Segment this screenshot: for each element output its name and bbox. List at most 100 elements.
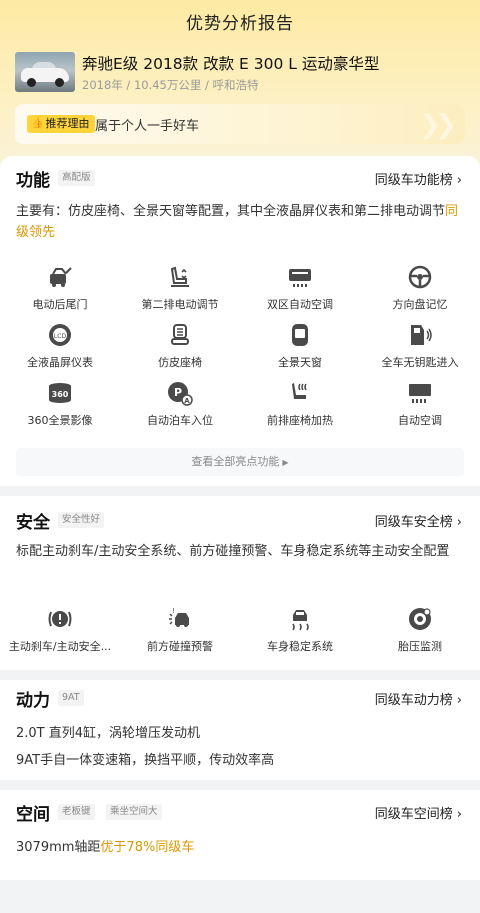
function-description: 主要有：仿皮座椅、全景天窗等配置，其中全液晶屏仪表和第二排电动调节同级领先 [16, 201, 466, 243]
recommend-reason-tag: 👍 推荐理由 [27, 115, 96, 133]
safety-feature-label: 主动刹车/主动安全... [8, 640, 112, 653]
function-feature-item[interactable]: 第二排电动调节 [120, 264, 240, 322]
svg-text:360: 360 [52, 390, 69, 399]
recommend-reason-text: 属于个人一手好车 [95, 119, 200, 134]
function-feature-label: 双区自动空调 [267, 298, 333, 311]
function-title: 功能 [16, 171, 50, 191]
function-feature-label: 自动泊车入位 [147, 414, 213, 427]
space-section: 空间 老板键 乘坐空间大 同级车空间榜 › 3079mm轴距优于78%同级车 [0, 790, 480, 880]
safety-feature-label: 胎压监测 [398, 640, 442, 653]
seat-heating-icon [292, 383, 307, 399]
car-meta: 2018年 / 10.45万公里 / 呼和浩特 [82, 78, 259, 92]
camera-360-icon: 360 [49, 383, 71, 403]
safety-rank-link[interactable]: 同级车安全榜 › [375, 511, 462, 530]
function-badge: 高配版 [58, 170, 95, 186]
safety-badge: 安全性好 [58, 512, 105, 528]
recommend-reason-label: 推荐理由 [45, 117, 90, 130]
function-feature-item[interactable]: 自动空调 [360, 380, 480, 438]
view-all-features-label: 查看全部亮点功能 [191, 455, 280, 468]
function-feature-label: 第二排电动调节 [141, 298, 219, 311]
chevron-right-icon: › [456, 807, 462, 822]
svg-text:!: ! [172, 607, 175, 615]
safety-rank-label: 同级车安全榜 [374, 515, 453, 530]
space-wheelbase-highlight: 优于78%同级车 [100, 840, 195, 855]
function-feature-label: 全景天窗 [278, 356, 322, 369]
recommend-reason-bar: 👍 推荐理由 属于个人一手好车 ❯❯ [15, 104, 465, 144]
function-feature-item[interactable]: 360 360全景影像 [0, 380, 120, 438]
space-rank-label: 同级车空间榜 [374, 807, 453, 822]
power-badge: 9AT [58, 690, 84, 706]
dual-zone-ac-icon [289, 269, 311, 287]
safety-description: 标配主动刹车/主动安全系统、前方碰撞预警、车身稳定系统等主动安全配置 [16, 544, 450, 559]
function-feature-item[interactable]: 方向盘记忆 [360, 264, 480, 322]
space-rank-link[interactable]: 同级车空间榜 › [375, 803, 462, 822]
function-feature-item[interactable]: 电动后尾门 [0, 264, 120, 322]
space-badge-room: 乘坐空间大 [106, 804, 162, 820]
chevron-right-icon: › [456, 173, 462, 188]
power-engine-line: 2.0T 直列4缸，涡轮增压发动机 [16, 726, 201, 741]
car-name: 奔驰E级 2018款 改款 E 300 L 运动豪华型 [82, 55, 380, 73]
stability-control-icon [292, 610, 309, 631]
function-feature-label: 全车无钥匙进入 [381, 356, 459, 369]
safety-feature-item[interactable]: ! 前方碰撞预警 [120, 606, 240, 664]
function-feature-item[interactable]: P A 自动泊车入位 [120, 380, 240, 438]
space-wheelbase-main: 3079mm轴距 [16, 840, 101, 855]
safety-feature-item[interactable]: 车身稳定系统 [240, 606, 360, 664]
chevron-right-icon: › [456, 515, 462, 530]
power-seat-adjust-icon [170, 266, 189, 287]
safety-section: 安全 安全性好 同级车安全榜 › 标配主动刹车/主动安全系统、前方碰撞预警、车身稳… [0, 496, 480, 670]
function-feature-item[interactable]: 仿皮座椅 [120, 322, 240, 380]
power-tailgate-icon [50, 267, 72, 287]
function-feature-label: 自动空调 [398, 414, 442, 427]
svg-text:A: A [184, 397, 190, 405]
function-feature-grid: 电动后尾门 第二排电动调节 双区自动空调 方向盘记忆 LCD 全液晶屏仪表 仿皮座椅 全景天窗… [0, 264, 480, 438]
function-feature-label: 前排座椅加热 [267, 414, 333, 427]
svg-text:P: P [174, 386, 182, 399]
chevron-right-icon: › [456, 693, 462, 708]
chevron-decoration-icon: ❯❯ [419, 110, 456, 140]
function-feature-item[interactable]: 双区自动空调 [240, 264, 360, 322]
leather-seat-icon [171, 324, 189, 345]
safety-feature-item[interactable]: 胎压监测 [360, 606, 480, 664]
power-gearbox-line: 9AT手自一体变速箱，换挡平顺，传动效率高 [16, 753, 275, 768]
function-rank-label: 同级车功能榜 [374, 173, 453, 188]
car-summary[interactable]: 奔驰E级 2018款 改款 E 300 L 运动豪华型 2018年 / 10.4… [15, 52, 470, 94]
safety-feature-label: 前方碰撞预警 [147, 640, 213, 653]
function-feature-item[interactable]: LCD 全液晶屏仪表 [0, 322, 120, 380]
function-description-main: 主要有：仿皮座椅、全景天窗等配置，其中全液晶屏仪表和第二排电动调节 [16, 204, 446, 219]
function-rank-link[interactable]: 同级车功能榜 › [375, 169, 462, 188]
function-feature-label: 360全景影像 [27, 414, 93, 427]
safety-title: 安全 [16, 513, 50, 533]
lcd-cluster-icon: LCD [49, 324, 71, 346]
power-rank-link[interactable]: 同级车动力榜 › [375, 689, 462, 708]
svg-text:LCD: LCD [54, 333, 67, 340]
page-title: 优势分析报告 [186, 14, 294, 34]
panoramic-sunroof-icon [292, 324, 308, 346]
view-all-features-button[interactable]: 查看全部亮点功能 ▶ [16, 448, 464, 476]
space-wheelbase-line: 3079mm轴距优于78%同级车 [16, 836, 194, 855]
triangle-right-icon: ▶ [282, 458, 289, 467]
auto-ac-icon [409, 384, 431, 403]
safety-feature-item[interactable]: 主动刹车/主动安全... [0, 606, 120, 664]
thumbs-up-icon: 👍 [31, 118, 44, 129]
function-feature-label: 仿皮座椅 [158, 356, 202, 369]
function-feature-item[interactable]: 全车无钥匙进入 [360, 322, 480, 380]
steering-wheel-icon [408, 265, 432, 289]
function-feature-label: 电动后尾门 [32, 298, 88, 311]
function-feature-label: 全液晶屏仪表 [27, 356, 93, 369]
collision-warning-icon: ! [169, 607, 189, 627]
function-feature-label: 方向盘记忆 [392, 298, 448, 311]
auto-parking-icon: PA [168, 382, 193, 406]
function-section: 功能 高配版 同级车功能榜 › 主要有：仿皮座椅、全景天窗等配置，其中全液晶屏仪表… [0, 156, 480, 486]
tire-pressure-icon [409, 608, 431, 630]
keyless-entry-icon [411, 325, 432, 345]
power-title: 动力 [16, 691, 50, 711]
function-feature-item[interactable]: 前排座椅加热 [240, 380, 360, 438]
function-feature-item[interactable]: 全景天窗 [240, 322, 360, 380]
power-section: 动力 9AT 同级车动力榜 › 2.0T 直列4缸，涡轮增压发动机 9AT手自一体… [0, 680, 480, 780]
safety-feature-label: 车身稳定系统 [267, 640, 333, 653]
space-badge-boss-key: 老板键 [58, 804, 95, 820]
car-thumbnail [15, 52, 75, 92]
space-title: 空间 [16, 805, 50, 825]
safety-feature-grid: 主动刹车/主动安全...! 前方碰撞预警 车身稳定系统 胎压监测 [0, 606, 480, 664]
